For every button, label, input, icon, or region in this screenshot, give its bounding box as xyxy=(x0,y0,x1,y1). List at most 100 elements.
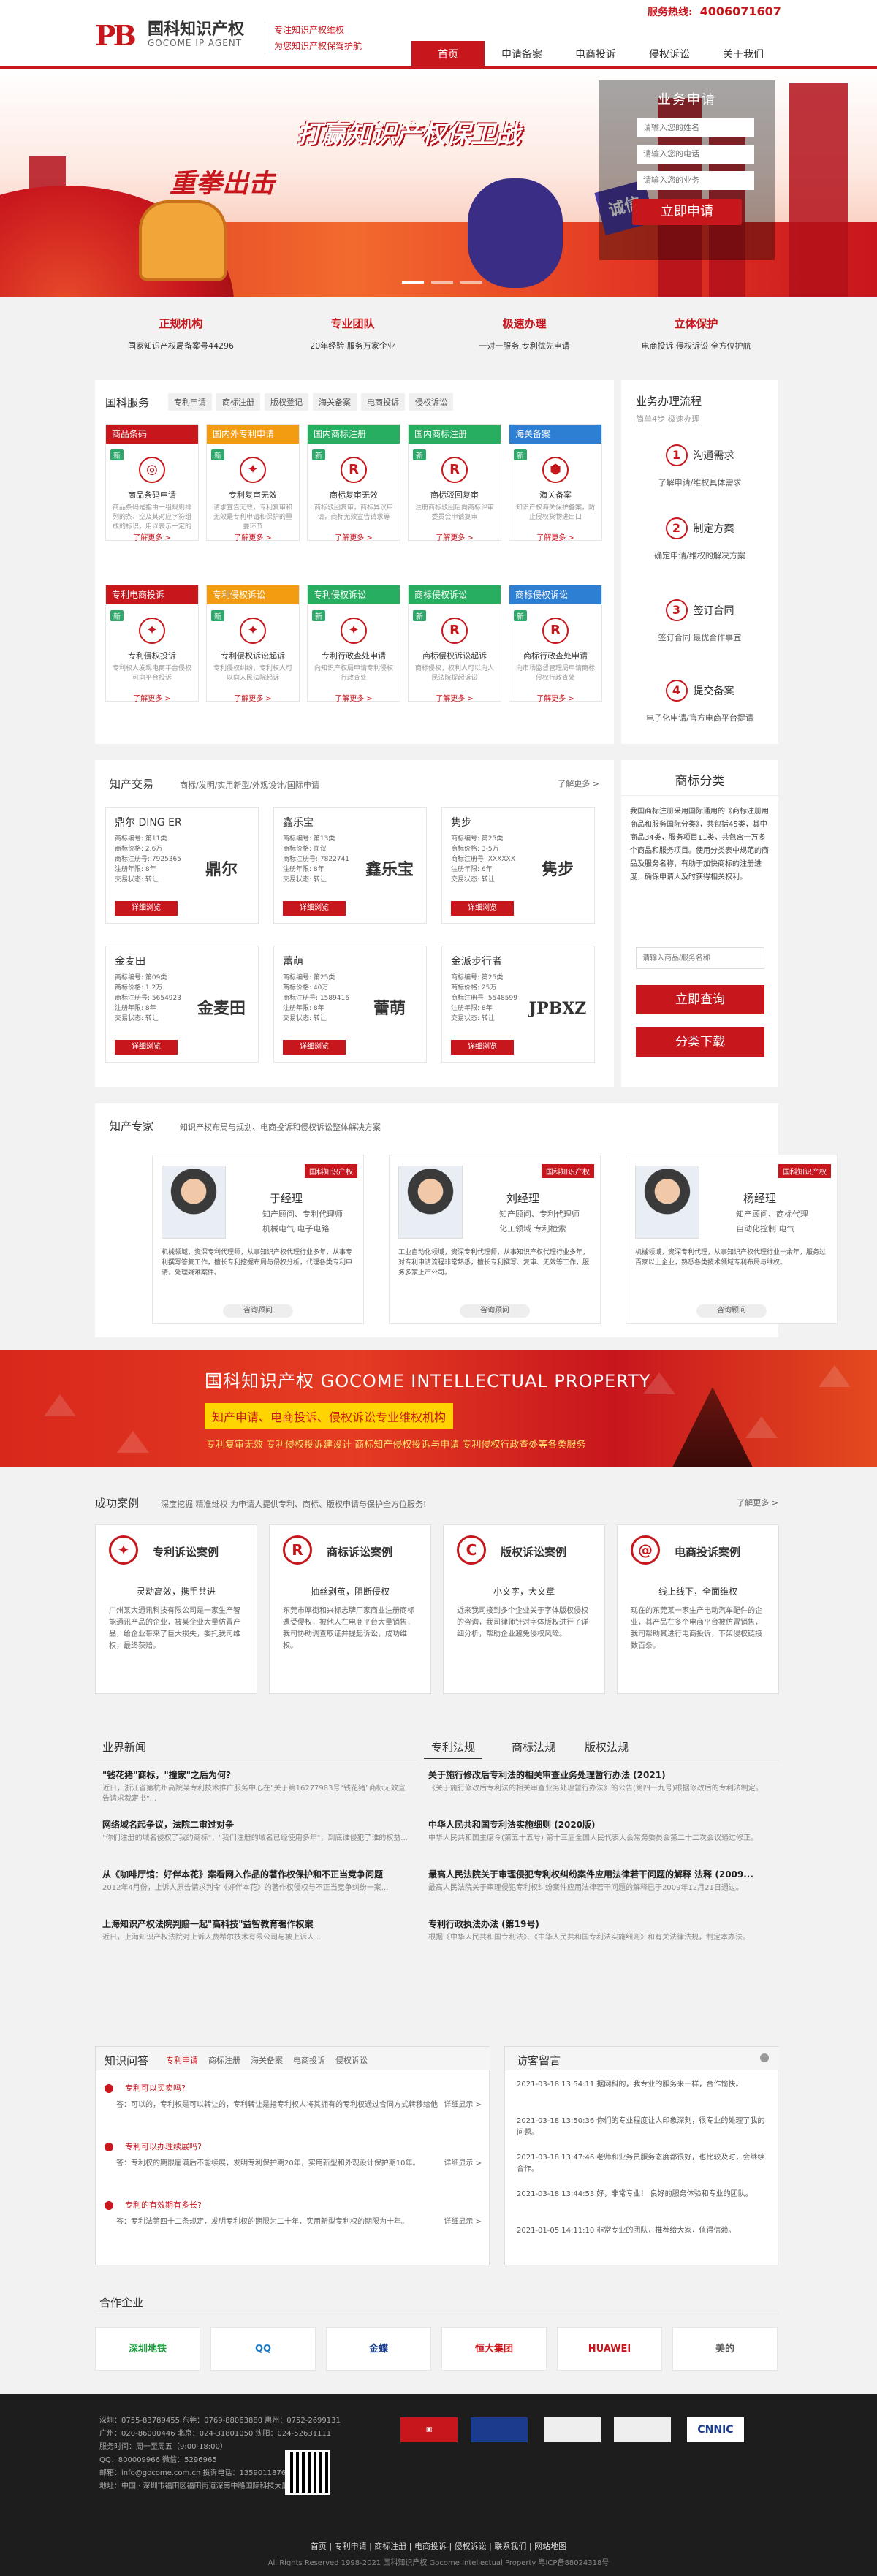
qa-more-link[interactable]: 详细显示 > xyxy=(444,2157,482,2168)
service-more-link[interactable]: 了解更多 > xyxy=(207,531,299,542)
tab-ecommerce[interactable]: 电商投诉 xyxy=(361,393,405,411)
service-card[interactable]: 专利侵权诉讼新 ✦ 专利侵权诉讼起诉 专利侵权纠纷，专利权人可以向人民法院起诉 了解更多… xyxy=(206,585,300,703)
badge-cnnic[interactable]: CNNIC xyxy=(687,2417,744,2442)
consult-button[interactable]: 咨询顾问 xyxy=(223,1304,293,1318)
service-card[interactable]: 海关备案新 ⬢ 海关备案 知识产权海关保护备案，防止侵权货物进出口 了解更多 > xyxy=(509,424,602,542)
qa-tab-patent[interactable]: 专利申请 xyxy=(166,2054,198,2066)
service-card[interactable]: 商标侵权诉讼新 R 商标侵权诉讼起诉 商标侵权，权利人可以向人民法院提起诉讼 了解更多 … xyxy=(408,585,501,703)
business-input[interactable] xyxy=(637,171,754,190)
nav-litigation[interactable]: 侵权诉讼 xyxy=(633,41,706,69)
nav-about[interactable]: 关于我们 xyxy=(707,41,780,69)
case-card[interactable]: C 版权诉讼案例 小文字，大文章 近来我司接到多个企业关于字体版权侵权的咨询，我司律师… xyxy=(443,1524,605,1694)
service-more-link[interactable]: 了解更多 > xyxy=(106,692,198,703)
case-card[interactable]: ✦ 专利诉讼案例 灵动高效，携手共进 广州某大通讯科技有限公司是一家生产智能通讯产品的… xyxy=(95,1524,257,1694)
trademark-card[interactable]: 金派步行者 商标编号: 第25类 商标价格: 25万 商标注册号: 5548599 注册… xyxy=(441,946,595,1063)
badge-security[interactable]: ▣ xyxy=(400,2417,458,2442)
qa-tab-litigation[interactable]: 侵权诉讼 xyxy=(335,2054,368,2066)
service-more-link[interactable]: 了解更多 > xyxy=(409,531,501,542)
trademark-card[interactable]: 隽步 商标编号: 第25类 商标价格: 3-5万 商标注册号: XXXXXX 注册年限:… xyxy=(441,807,595,924)
qa-more-link[interactable]: 详细显示 > xyxy=(444,2098,482,2110)
trade-more-link[interactable]: 了解更多 > xyxy=(558,778,599,789)
apply-button[interactable]: 立即申请 xyxy=(632,199,742,225)
service-card[interactable]: 专利电商投诉新 ✦ 专利侵权投诉 专利权人发现电商平台侵权可向平台投诉 了解更多 > xyxy=(105,585,199,703)
qa-tab-trademark[interactable]: 商标注册 xyxy=(208,2054,240,2066)
cases-more-link[interactable]: 了解更多 > xyxy=(737,1497,778,1508)
detail-button[interactable]: 详细浏览 xyxy=(451,901,514,916)
expert-card[interactable]: 国科知识产权 刘经理 知产顾问、专利代理师 化工领域 专利检索 工业自动化领域，资深专利… xyxy=(389,1155,601,1324)
law-item[interactable]: 中华人民共和国专利法实施细则 (2020版) 中华人民共和国主席令(第五十五号) … xyxy=(428,1818,772,1854)
qa-tab-customs[interactable]: 海关备案 xyxy=(251,2054,283,2066)
badge-ipo[interactable] xyxy=(544,2417,601,2442)
service-card[interactable]: 商品条码新 ◎ 商品条码申请 商品条码是指由一组规则排列的条、空及其对应字符组成的标识… xyxy=(105,424,199,542)
service-more-link[interactable]: 了解更多 > xyxy=(409,692,501,703)
expert-card[interactable]: 国科知识产权 于经理 知产顾问、专利代理师 机械电气 电子电路 机械领域，资深专利代理师… xyxy=(152,1155,364,1324)
query-button[interactable]: 立即查询 xyxy=(636,985,764,1014)
tab-customs[interactable]: 海关备案 xyxy=(313,393,357,411)
news-item[interactable]: 从《咖啡厅馆：好伴本花》案看网入作品的著作权保护和不正当竞争问题 2012年4月份… xyxy=(102,1868,409,1904)
logo-icon[interactable]: PB xyxy=(95,19,139,53)
footer-nav[interactable]: 首页 | 专利申请 | 商标注册 | 电商投诉 | 侵权诉讼 | 联系我们 | … xyxy=(0,2540,877,2552)
tab-patent-law[interactable]: 专利法规 xyxy=(424,1739,483,1759)
phone-input[interactable] xyxy=(637,145,754,164)
trademark-card[interactable]: 金麦田 商标编号: 第09类 商标价格: 1.2万 商标注册号: 5654923 注册年… xyxy=(105,946,259,1063)
expert-card[interactable]: 国科知识产权 杨经理 知产顾问、商标代理 自动化控制 电气 机械领域，资深专利代理，从事… xyxy=(626,1155,838,1324)
tab-copyright-law[interactable]: 版权法规 xyxy=(585,1739,629,1759)
service-more-link[interactable]: 了解更多 > xyxy=(308,692,400,703)
service-more-link[interactable]: 了解更多 > xyxy=(106,531,198,542)
trademark-card[interactable]: 鼎尔 DING ER 商标编号: 第11类 商标价格: 2.6万 商标注册号: 792… xyxy=(105,807,259,924)
law-item[interactable]: 最高人民法院关于审理侵犯专利权纠纷案件应用法律若干问题的解释 法释 (2009.… xyxy=(428,1868,772,1904)
tab-copyright[interactable]: 版权登记 xyxy=(265,393,308,411)
consult-button[interactable]: 咨询顾问 xyxy=(696,1304,767,1318)
detail-button[interactable]: 详细浏览 xyxy=(451,1040,514,1055)
nav-apply[interactable]: 申请备案 xyxy=(485,41,558,69)
tab-trademark-law[interactable]: 商标法规 xyxy=(512,1739,555,1759)
service-more-link[interactable]: 了解更多 > xyxy=(207,692,299,703)
trademark-card[interactable]: 鑫乐宝 商标编号: 第13类 商标价格: 面议 商标注册号: 7822741 注册年限:… xyxy=(273,807,427,924)
qa-item[interactable]: 专利可以办理续展吗? 答：专利权的期限届满后不能续展，发明专利保护期20年，实用新… xyxy=(105,2140,482,2168)
detail-button[interactable]: 详细浏览 xyxy=(283,1040,346,1055)
law-item[interactable]: 专利行政执法办法 (第19号) 根据《中华人民共和国专利法》、《中华人民共和国专利… xyxy=(428,1918,772,1953)
law-item[interactable]: 关于施行修改后专利法的相关审查业务处理暂行办法 (2021) 《关于施行修改后专利… xyxy=(428,1768,772,1804)
partner-logo[interactable]: 美的 xyxy=(672,2327,778,2371)
case-card[interactable]: R 商标诉讼案例 抽丝剥茧，阻断侵权 东莞市厚街和兴标志牌厂家商业注册商标遭受侵权，被… xyxy=(269,1524,431,1694)
detail-button[interactable]: 详细浏览 xyxy=(283,901,346,916)
qa-item[interactable]: 专利可以买卖吗? 答：可以的，专利权是可以转让的，专利转让是指专利权人将其拥有的专… xyxy=(105,2082,482,2110)
nav-ecommerce[interactable]: 电商投诉 xyxy=(559,41,632,69)
detail-button[interactable]: 详细浏览 xyxy=(115,901,178,916)
badge-police[interactable] xyxy=(614,2417,671,2442)
service-card[interactable]: 专利侵权诉讼新 ✦ 专利行政查处申请 向知识产权局申请专利侵权行政查处 了解更多 > xyxy=(307,585,400,703)
qa-item[interactable]: 专利的有效期有多长? 答：专利法第四十二条规定，发明专利权的期限为二十年，实用新型… xyxy=(105,2199,482,2227)
partner-logo[interactable]: QQ xyxy=(210,2327,316,2371)
service-more-link[interactable]: 了解更多 > xyxy=(509,531,601,542)
partner-logo[interactable]: 恒大集团 xyxy=(441,2327,547,2371)
logo-cn[interactable]: 国科知识产权 xyxy=(148,16,244,39)
service-card[interactable]: 国内商标注册新 R 商标复审无效 商标驳回复审，商标异议申请，商标无效宣告请求等 了解更… xyxy=(307,424,400,542)
news-item[interactable]: 上海知识产权法院判赔一起"高科技"益智教育著作权案 近日，上海知识产权法院对上诉人… xyxy=(102,1918,409,1953)
nav-home[interactable]: 首页 xyxy=(411,41,485,69)
badge-credit[interactable] xyxy=(471,2417,528,2442)
detail-button[interactable]: 详细浏览 xyxy=(115,1040,178,1055)
service-card[interactable]: 国内商标注册新 R 商标驳回复审 注册商标驳回后向商标评审委员会申请复审 了解更多 > xyxy=(408,424,501,542)
class-search-input[interactable] xyxy=(636,947,764,969)
tab-patent[interactable]: 专利申请 xyxy=(168,393,212,411)
tab-trademark[interactable]: 商标注册 xyxy=(216,393,260,411)
news-item[interactable]: "钱花猪"商标，"撞家"之后为何? 近日，浙江省第杭州高院某专利技术推广服务中心在… xyxy=(102,1768,409,1804)
trademark-card[interactable]: 蕾萌 商标编号: 第25类 商标价格: 40万 商标注册号: 1589416 注册年限:… xyxy=(273,946,427,1063)
consult-button[interactable]: 咨询顾问 xyxy=(460,1304,530,1318)
service-card[interactable]: 国内外专利申请新 ✦ 专利复审无效 请求宣告无效，专利复审和无效是专利申请和保护的重要… xyxy=(206,424,300,542)
case-card[interactable]: @ 电商投诉案例 线上线下，全面维权 现在的东莞某一家生产电动汽车配件的企业，其产品在… xyxy=(617,1524,779,1694)
download-button[interactable]: 分类下载 xyxy=(636,1027,764,1057)
partner-logo[interactable]: 金蝶 xyxy=(326,2327,431,2371)
service-more-link[interactable]: 了解更多 > xyxy=(509,692,601,703)
name-input[interactable] xyxy=(637,118,754,137)
service-more-link[interactable]: 了解更多 > xyxy=(308,531,400,542)
tab-litigation[interactable]: 侵权诉讼 xyxy=(409,393,453,411)
news-item[interactable]: 网络域名起争议，法院二审过对争 "你们注册的域名侵权了我的商标"，"我们注册的域名… xyxy=(102,1818,409,1854)
partner-logo[interactable]: HUAWEI xyxy=(557,2327,662,2371)
qa-more-link[interactable]: 详细显示 > xyxy=(444,2215,482,2227)
carousel-dots[interactable] xyxy=(402,281,482,284)
settings-icon[interactable] xyxy=(760,2053,769,2062)
partner-logo[interactable]: 深圳地铁 xyxy=(95,2327,200,2371)
service-card[interactable]: 商标侵权诉讼新 R 商标行政查处申请 向市场监督管理局申请商标侵权行政查处 了解更多 > xyxy=(509,585,602,703)
qa-tab-ecommerce[interactable]: 电商投诉 xyxy=(293,2054,325,2066)
